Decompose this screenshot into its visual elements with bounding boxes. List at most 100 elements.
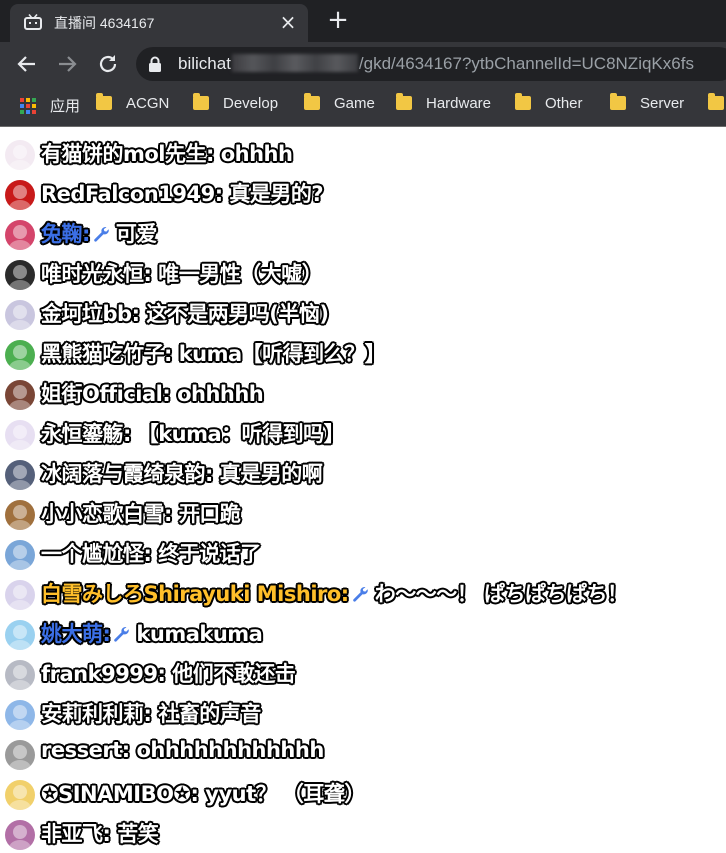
chat-username[interactable]: ressert:	[41, 738, 130, 762]
chat-message-text: 苦笑	[117, 822, 159, 846]
chat-message: 黑熊猫吃竹子: kuma【听得到么？】	[0, 333, 726, 373]
folder-icon	[396, 93, 412, 110]
avatar	[5, 780, 35, 810]
url-host: bilichat	[178, 54, 231, 73]
bookmark-label: Server	[640, 95, 685, 112]
chat-username[interactable]: 金坷垃bb:	[41, 302, 140, 326]
chat-line: 姚大萌: kumakuma	[41, 618, 263, 648]
url-text[interactable]: bilichat/gkd/4634167?ytbChannelId=UC8NZi…	[178, 54, 694, 74]
avatar	[5, 460, 35, 490]
chat-username[interactable]: frank9999:	[41, 662, 166, 686]
chat-message: 姐街Official: ohhhhh	[0, 373, 726, 413]
avatar	[5, 380, 35, 410]
chat-line: 小小恋歌白雪: 开口跪	[41, 498, 241, 528]
folder-icon	[515, 93, 531, 110]
avatar	[5, 300, 35, 330]
chat-line: frank9999: 他们不敢还击	[41, 658, 296, 688]
bookmark-hardware[interactable]: Hardware	[396, 93, 491, 117]
folder-icon	[610, 93, 626, 110]
chat-username[interactable]: 兔鞠:	[41, 222, 90, 246]
chat-message: 有猫饼的mol先生: ohhhh	[0, 133, 726, 173]
chat-username[interactable]: 黑熊猫吃竹子:	[41, 342, 172, 366]
chat-message: 安莉利利莉: 社畜的声音	[0, 693, 726, 733]
tv-icon	[24, 14, 42, 30]
bookmark-server[interactable]: Server	[610, 93, 685, 117]
chat-message-text: ohhhhh	[177, 382, 264, 406]
lock-icon[interactable]	[148, 56, 162, 72]
chat-message: 小小恋歌白雪: 开口跪	[0, 493, 726, 533]
chat-line: 兔鞠: 可爱	[41, 218, 157, 248]
divider	[0, 126, 726, 127]
bookmark-apps[interactable]: 应用	[20, 95, 80, 117]
folder-icon	[708, 93, 724, 110]
chat-username[interactable]: 白雪みしろShirayuki Mishiro:	[41, 582, 349, 606]
avatar	[5, 660, 35, 690]
chat-message: 姚大萌: kumakuma	[0, 613, 726, 653]
chat-username[interactable]: ✪SINAMIBO✪:	[41, 782, 199, 806]
chat-message: 白雪みしろShirayuki Mishiro: わ～～～！ ぱちぱちぱち！	[0, 573, 726, 613]
chat-message-text: kumakuma	[136, 622, 263, 646]
folder-icon	[193, 93, 209, 110]
chat-username[interactable]: 姚大萌:	[41, 622, 111, 646]
browser-tab[interactable]: 直播间 4634167 ×	[10, 4, 308, 42]
chat-username[interactable]: 一个尴尬怪:	[41, 542, 152, 566]
chat-username[interactable]: 姐街Official:	[41, 382, 171, 406]
chat-message: ✪SINAMIBO✪: yyut？ （耳聋）	[0, 773, 726, 813]
chat-username[interactable]: 非亚飞:	[41, 822, 111, 846]
bookmark-game[interactable]: Game	[304, 93, 375, 117]
chat-message-text: 社畜的声音	[158, 702, 261, 726]
chat-message-text: 【kuma：听得到吗】	[137, 422, 345, 446]
new-tab-button[interactable]: +	[326, 7, 350, 33]
chat-message-text: ohhhhhhhhhhhh	[136, 738, 324, 762]
apps-grid-icon	[20, 98, 36, 114]
bookmarks-bar: 应用 ACGN Develop Game Hardware Other Serv…	[0, 86, 726, 126]
bookmark-develop[interactable]: Develop	[193, 93, 278, 117]
bookmark-label: 应用	[50, 98, 81, 115]
chat-message-text: 他们不敢还击	[172, 662, 296, 686]
avatar	[5, 220, 35, 250]
chat-message: 金坷垃bb: 这不是两男吗(半恼)	[0, 293, 726, 333]
chat-username[interactable]: 唯时光永恒:	[41, 262, 152, 286]
wrench-icon	[92, 224, 110, 242]
avatar	[5, 580, 35, 610]
chat-message: frank9999: 他们不敢还击	[0, 653, 726, 693]
avatar	[5, 820, 35, 850]
back-arrow-icon[interactable]	[15, 52, 39, 76]
avatar	[5, 740, 35, 770]
chat-username[interactable]: 有猫饼的mol先生:	[41, 142, 214, 166]
chat-line: 一个尴尬怪: 终于说话了	[41, 538, 261, 568]
bookmark-label: Other	[545, 95, 583, 112]
chat-username[interactable]: RedFalcon1949:	[41, 182, 223, 206]
chat-message-text: yyut？ （耳聋）	[205, 782, 365, 806]
chat-message-text: 这不是两男吗(半恼)	[146, 302, 329, 326]
tab-title: 直播间 4634167	[54, 15, 155, 31]
chat-username[interactable]: 冰阔落与霞绮泉韵:	[41, 462, 213, 486]
url-path: /gkd/4634167?ytbChannelId=UC8NZiqKx6fs	[358, 54, 694, 73]
chat-username[interactable]: 小小恋歌白雪:	[41, 502, 172, 526]
folder-icon	[304, 93, 320, 110]
chat-message-text: 可爱	[115, 222, 158, 246]
chat-line: 唯时光永恒: 唯一男性（大嘘）	[41, 258, 323, 288]
avatar	[5, 260, 35, 290]
reload-icon[interactable]	[96, 52, 120, 76]
wrench-icon	[351, 584, 369, 602]
chat-line: 姐街Official: ohhhhh	[41, 378, 264, 408]
chat-username[interactable]: 安莉利利莉:	[41, 702, 152, 726]
close-icon[interactable]: ×	[278, 12, 298, 32]
bookmark-other[interactable]: Other	[515, 93, 583, 117]
bookmark-acgn[interactable]: ACGN	[96, 93, 169, 117]
forward-arrow-icon[interactable]	[55, 52, 79, 76]
chat-line: ✪SINAMIBO✪: yyut？ （耳聋）	[41, 778, 365, 808]
bookmark-overflow[interactable]	[708, 93, 726, 117]
chat-line: 永恒鎏觞: 【kuma：听得到吗】	[41, 418, 345, 448]
bookmark-label: Game	[334, 95, 375, 112]
chat-line: ressert: ohhhhhhhhhhhh	[41, 738, 324, 762]
address-bar[interactable]: bilichat/gkd/4634167?ytbChannelId=UC8NZi…	[136, 47, 726, 81]
danmaku-chat-list: 有猫饼的mol先生: ohhhh RedFalcon1949: 真是男的? 兔鞠: 可…	[0, 133, 726, 853]
wrench-icon	[112, 624, 130, 642]
chat-message: RedFalcon1949: 真是男的?	[0, 173, 726, 213]
chat-username[interactable]: 永恒鎏觞:	[41, 422, 131, 446]
chat-message-text: 真是男的?	[229, 182, 324, 206]
avatar	[5, 340, 35, 370]
chat-line: RedFalcon1949: 真是男的?	[41, 178, 324, 208]
